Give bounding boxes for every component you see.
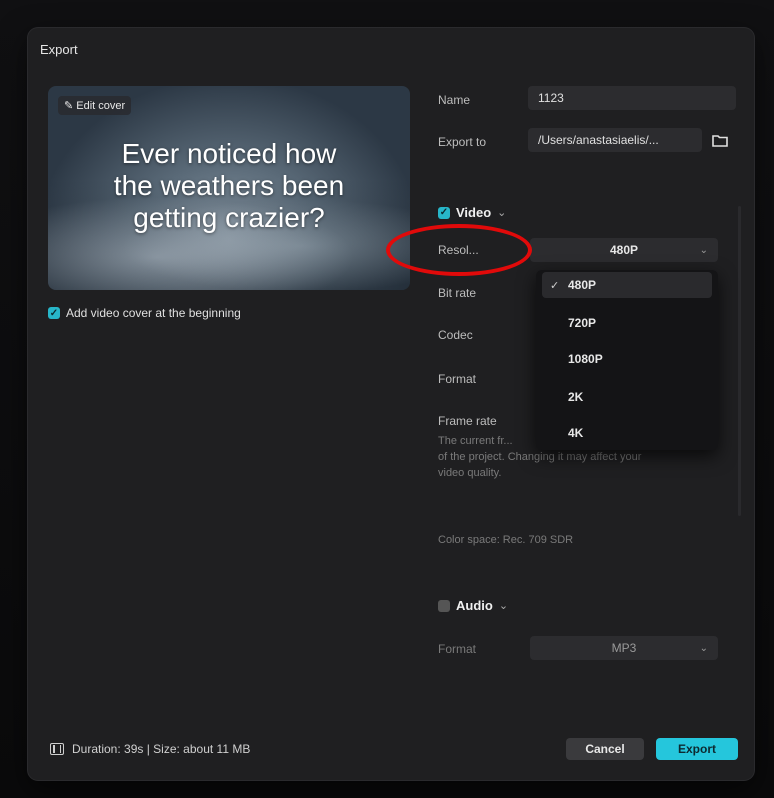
chevron-down-icon: ⌄ bbox=[498, 600, 509, 612]
resolution-option-2k[interactable]: 2K bbox=[542, 384, 712, 410]
name-input[interactable]: 1123 bbox=[528, 86, 736, 110]
chevron-down-icon: ⌄ bbox=[699, 642, 708, 654]
export-dialog: Export ✎ Edit cover Ever noticed how the… bbox=[28, 28, 754, 780]
resolution-option-720p[interactable]: 720P bbox=[542, 310, 712, 336]
export-to-label: Export to bbox=[438, 135, 487, 149]
framerate-note-2: of the project. Changing it may affect y… bbox=[438, 451, 642, 463]
resolution-option-480p[interactable]: ✓ 480P bbox=[542, 272, 712, 298]
cover-preview[interactable]: ✎ Edit cover Ever noticed how the weathe… bbox=[48, 86, 410, 290]
checkbox-checked-icon[interactable]: ✓ bbox=[48, 307, 60, 319]
dialog-title: Export bbox=[40, 42, 78, 57]
preview-overlay-text: Ever noticed how the weathers been getti… bbox=[113, 138, 345, 233]
cancel-button[interactable]: Cancel bbox=[566, 738, 644, 760]
edit-icon: ✎ bbox=[64, 100, 77, 112]
name-label: Name bbox=[438, 93, 471, 107]
export-summary: Duration: 39s | Size: about 11 MB bbox=[50, 742, 250, 756]
chevron-down-icon: ⌄ bbox=[699, 244, 708, 256]
framerate-label: Frame rate bbox=[438, 414, 497, 428]
export-path-input[interactable]: /Users/anastasiaelis/... bbox=[528, 128, 702, 152]
chevron-down-icon: ⌄ bbox=[497, 207, 507, 219]
film-icon bbox=[50, 743, 64, 755]
folder-icon[interactable] bbox=[710, 130, 730, 150]
video-section-toggle[interactable]: ✓ Video ⌄ bbox=[438, 205, 506, 220]
audio-checkbox-icon[interactable] bbox=[438, 599, 450, 612]
codec-label: Codec bbox=[438, 328, 473, 342]
resolution-select[interactable]: 480P ⌄ bbox=[530, 238, 718, 262]
video-checkbox-icon[interactable]: ✓ bbox=[438, 206, 450, 219]
add-cover-checkbox[interactable]: ✓ Add video cover at the beginning bbox=[48, 306, 241, 320]
resolution-option-1080p[interactable]: 1080P bbox=[542, 346, 712, 372]
annotation-circle bbox=[386, 224, 532, 276]
export-button[interactable]: Export bbox=[656, 738, 738, 760]
color-space-info: Color space: Rec. 709 SDR bbox=[438, 534, 574, 546]
bitrate-label: Bit rate bbox=[438, 286, 477, 300]
settings-scrollbar[interactable] bbox=[738, 206, 741, 516]
edit-cover-button[interactable]: ✎ Edit cover bbox=[58, 96, 132, 115]
audio-format-label: Format bbox=[438, 642, 477, 656]
framerate-note-3: video quality. bbox=[438, 467, 502, 479]
audio-format-select[interactable]: MP3 ⌄ bbox=[530, 636, 718, 660]
resolution-option-4k[interactable]: 4K bbox=[542, 420, 712, 446]
resolution-dropdown: ✓ 480P 720P 1080P 2K 4K bbox=[536, 270, 718, 450]
format-label: Format bbox=[438, 372, 477, 386]
check-icon: ✓ bbox=[550, 279, 560, 292]
audio-section-toggle[interactable]: Audio ⌄ bbox=[438, 598, 508, 613]
framerate-note-1: The current fr... bbox=[438, 435, 513, 447]
